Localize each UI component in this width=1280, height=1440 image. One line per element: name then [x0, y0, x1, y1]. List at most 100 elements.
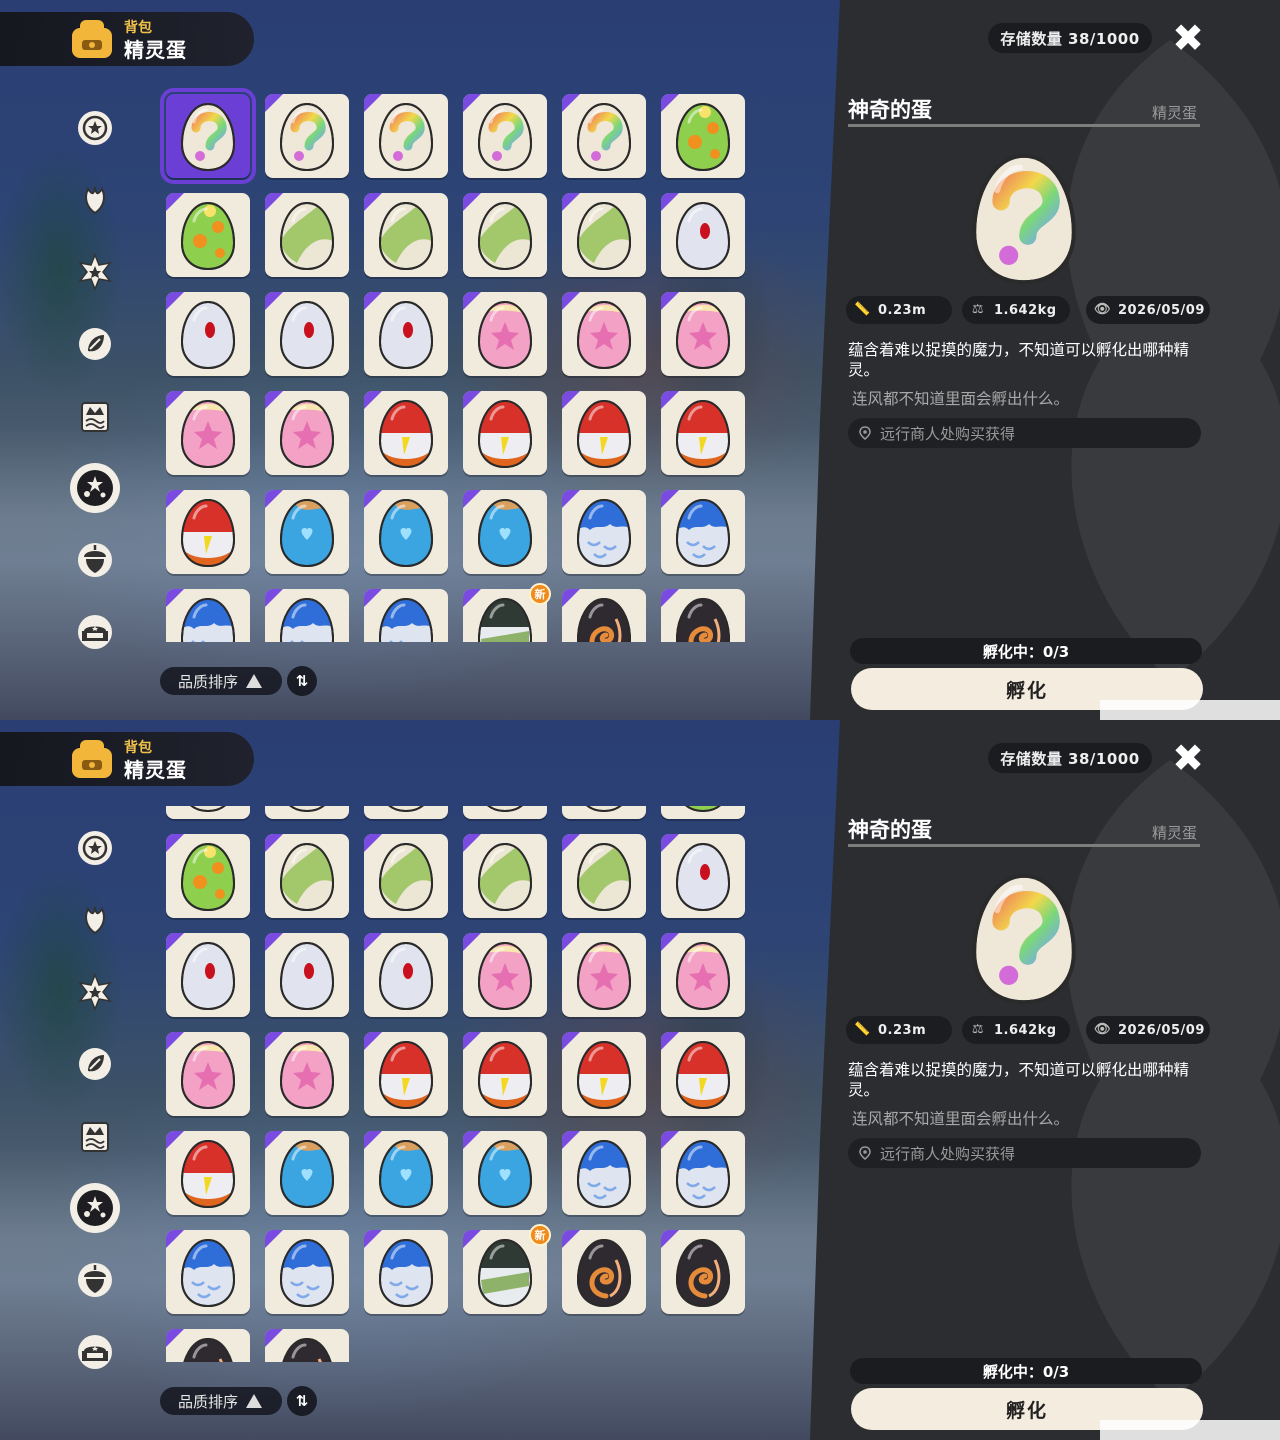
egg-slot[interactable]: [265, 292, 349, 376]
egg-slot[interactable]: [364, 1131, 448, 1215]
egg-slot[interactable]: [562, 1032, 646, 1116]
egg-slot[interactable]: [265, 94, 349, 178]
egg-slot[interactable]: [661, 193, 745, 277]
egg-slot[interactable]: [160, 88, 256, 184]
egg-slot[interactable]: [463, 834, 547, 918]
sidebar-tab-egg-stars[interactable]: [69, 1182, 121, 1234]
egg-slot[interactable]: [463, 193, 547, 277]
egg-slot[interactable]: [661, 933, 745, 1017]
sidebar-tab-leaf[interactable]: [75, 900, 115, 940]
egg-slot[interactable]: [661, 94, 745, 178]
egg-slot[interactable]: [364, 193, 448, 277]
egg-grid[interactable]: 新: [160, 806, 760, 1362]
egg-slot[interactable]: [562, 589, 646, 642]
egg-slot[interactable]: [265, 391, 349, 475]
egg-slot[interactable]: [166, 292, 250, 376]
egg-slot[interactable]: [265, 933, 349, 1017]
mystery-egg-icon: [487, 806, 523, 813]
egg-slot[interactable]: [364, 806, 448, 819]
mystery-egg-image: [972, 873, 1076, 1005]
egg-slot[interactable]: [562, 933, 646, 1017]
egg-slot[interactable]: [661, 1131, 745, 1215]
egg-slot[interactable]: [463, 1131, 547, 1215]
sort-dropdown[interactable]: 品质排序: [160, 1387, 282, 1415]
egg-slot[interactable]: [166, 193, 250, 277]
sidebar-tab-leaf[interactable]: [75, 180, 115, 220]
egg-slot[interactable]: [364, 490, 448, 574]
egg-slot[interactable]: [562, 834, 646, 918]
egg-slot[interactable]: [166, 933, 250, 1017]
egg-slot[interactable]: [661, 589, 745, 642]
egg-slot[interactable]: [463, 1032, 547, 1116]
egg-slot[interactable]: [661, 806, 745, 819]
egg-slot[interactable]: [364, 292, 448, 376]
egg-slot[interactable]: [463, 933, 547, 1017]
egg-slot[interactable]: [562, 1131, 646, 1215]
item-category: 精灵蛋: [1152, 104, 1198, 122]
egg-slot[interactable]: [265, 806, 349, 819]
egg-slot[interactable]: [265, 589, 349, 642]
sort-dropdown[interactable]: 品质排序: [160, 667, 282, 695]
egg-slot[interactable]: [463, 490, 547, 574]
egg-slot[interactable]: [562, 292, 646, 376]
sidebar-tab-seed[interactable]: [75, 1044, 115, 1084]
egg-slot[interactable]: [364, 933, 448, 1017]
sidebar-tab-crown-card[interactable]: [75, 396, 115, 436]
egg-slot[interactable]: [265, 1230, 349, 1314]
egg-slot[interactable]: [463, 391, 547, 475]
egg-slot[interactable]: [364, 94, 448, 178]
egg-slot[interactable]: [364, 391, 448, 475]
egg-slot[interactable]: [364, 834, 448, 918]
egg-slot[interactable]: [166, 589, 250, 642]
egg-slot[interactable]: [463, 806, 547, 819]
egg-slot[interactable]: [661, 834, 745, 918]
egg-slot[interactable]: [562, 193, 646, 277]
egg-slot[interactable]: [166, 1131, 250, 1215]
sidebar-tab-star-badge[interactable]: [75, 828, 115, 868]
sidebar-tab-egg-stars[interactable]: [69, 462, 121, 514]
egg-slot[interactable]: [265, 490, 349, 574]
sidebar-tab-sofa[interactable]: [75, 1332, 115, 1372]
egg-slot[interactable]: [661, 391, 745, 475]
egg-slot[interactable]: [166, 1230, 250, 1314]
close-button[interactable]: ✖: [1168, 18, 1208, 58]
egg-grid[interactable]: 新: [160, 86, 760, 642]
egg-slot[interactable]: [463, 94, 547, 178]
egg-slot[interactable]: [364, 589, 448, 642]
egg-slot[interactable]: [463, 292, 547, 376]
sidebar-tab-seed[interactable]: [75, 324, 115, 364]
egg-slot[interactable]: [562, 806, 646, 819]
egg-slot[interactable]: [661, 1230, 745, 1314]
sort-order-button[interactable]: ⇅: [287, 666, 317, 696]
egg-slot[interactable]: [364, 1230, 448, 1314]
sidebar-tab-sofa[interactable]: [75, 612, 115, 652]
egg-slot[interactable]: [166, 1032, 250, 1116]
egg-slot[interactable]: [166, 834, 250, 918]
egg-slot[interactable]: [562, 391, 646, 475]
egg-slot[interactable]: [265, 1131, 349, 1215]
egg-slot[interactable]: [265, 1329, 349, 1362]
egg-slot[interactable]: [166, 1329, 250, 1362]
egg-slot[interactable]: [166, 806, 250, 819]
egg-slot[interactable]: [265, 193, 349, 277]
sidebar-tab-acorn[interactable]: [75, 540, 115, 580]
egg-slot[interactable]: [562, 490, 646, 574]
sidebar-tab-star-badge[interactable]: [75, 108, 115, 148]
egg-slot[interactable]: [265, 834, 349, 918]
egg-slot[interactable]: [661, 292, 745, 376]
egg-slot[interactable]: [562, 94, 646, 178]
sidebar-tab-star-burst[interactable]: [75, 252, 115, 292]
egg-slot[interactable]: [166, 391, 250, 475]
close-button[interactable]: ✖: [1168, 738, 1208, 778]
egg-slot[interactable]: [661, 490, 745, 574]
egg-slot[interactable]: [364, 1032, 448, 1116]
green-leaf-egg-icon: [378, 842, 434, 912]
sidebar-tab-star-burst[interactable]: [75, 972, 115, 1012]
sidebar-tab-acorn[interactable]: [75, 1260, 115, 1300]
egg-slot[interactable]: [562, 1230, 646, 1314]
egg-slot[interactable]: [166, 490, 250, 574]
egg-slot[interactable]: [265, 1032, 349, 1116]
sidebar-tab-crown-card[interactable]: [75, 1116, 115, 1156]
sort-order-button[interactable]: ⇅: [287, 1386, 317, 1416]
egg-slot[interactable]: [661, 1032, 745, 1116]
